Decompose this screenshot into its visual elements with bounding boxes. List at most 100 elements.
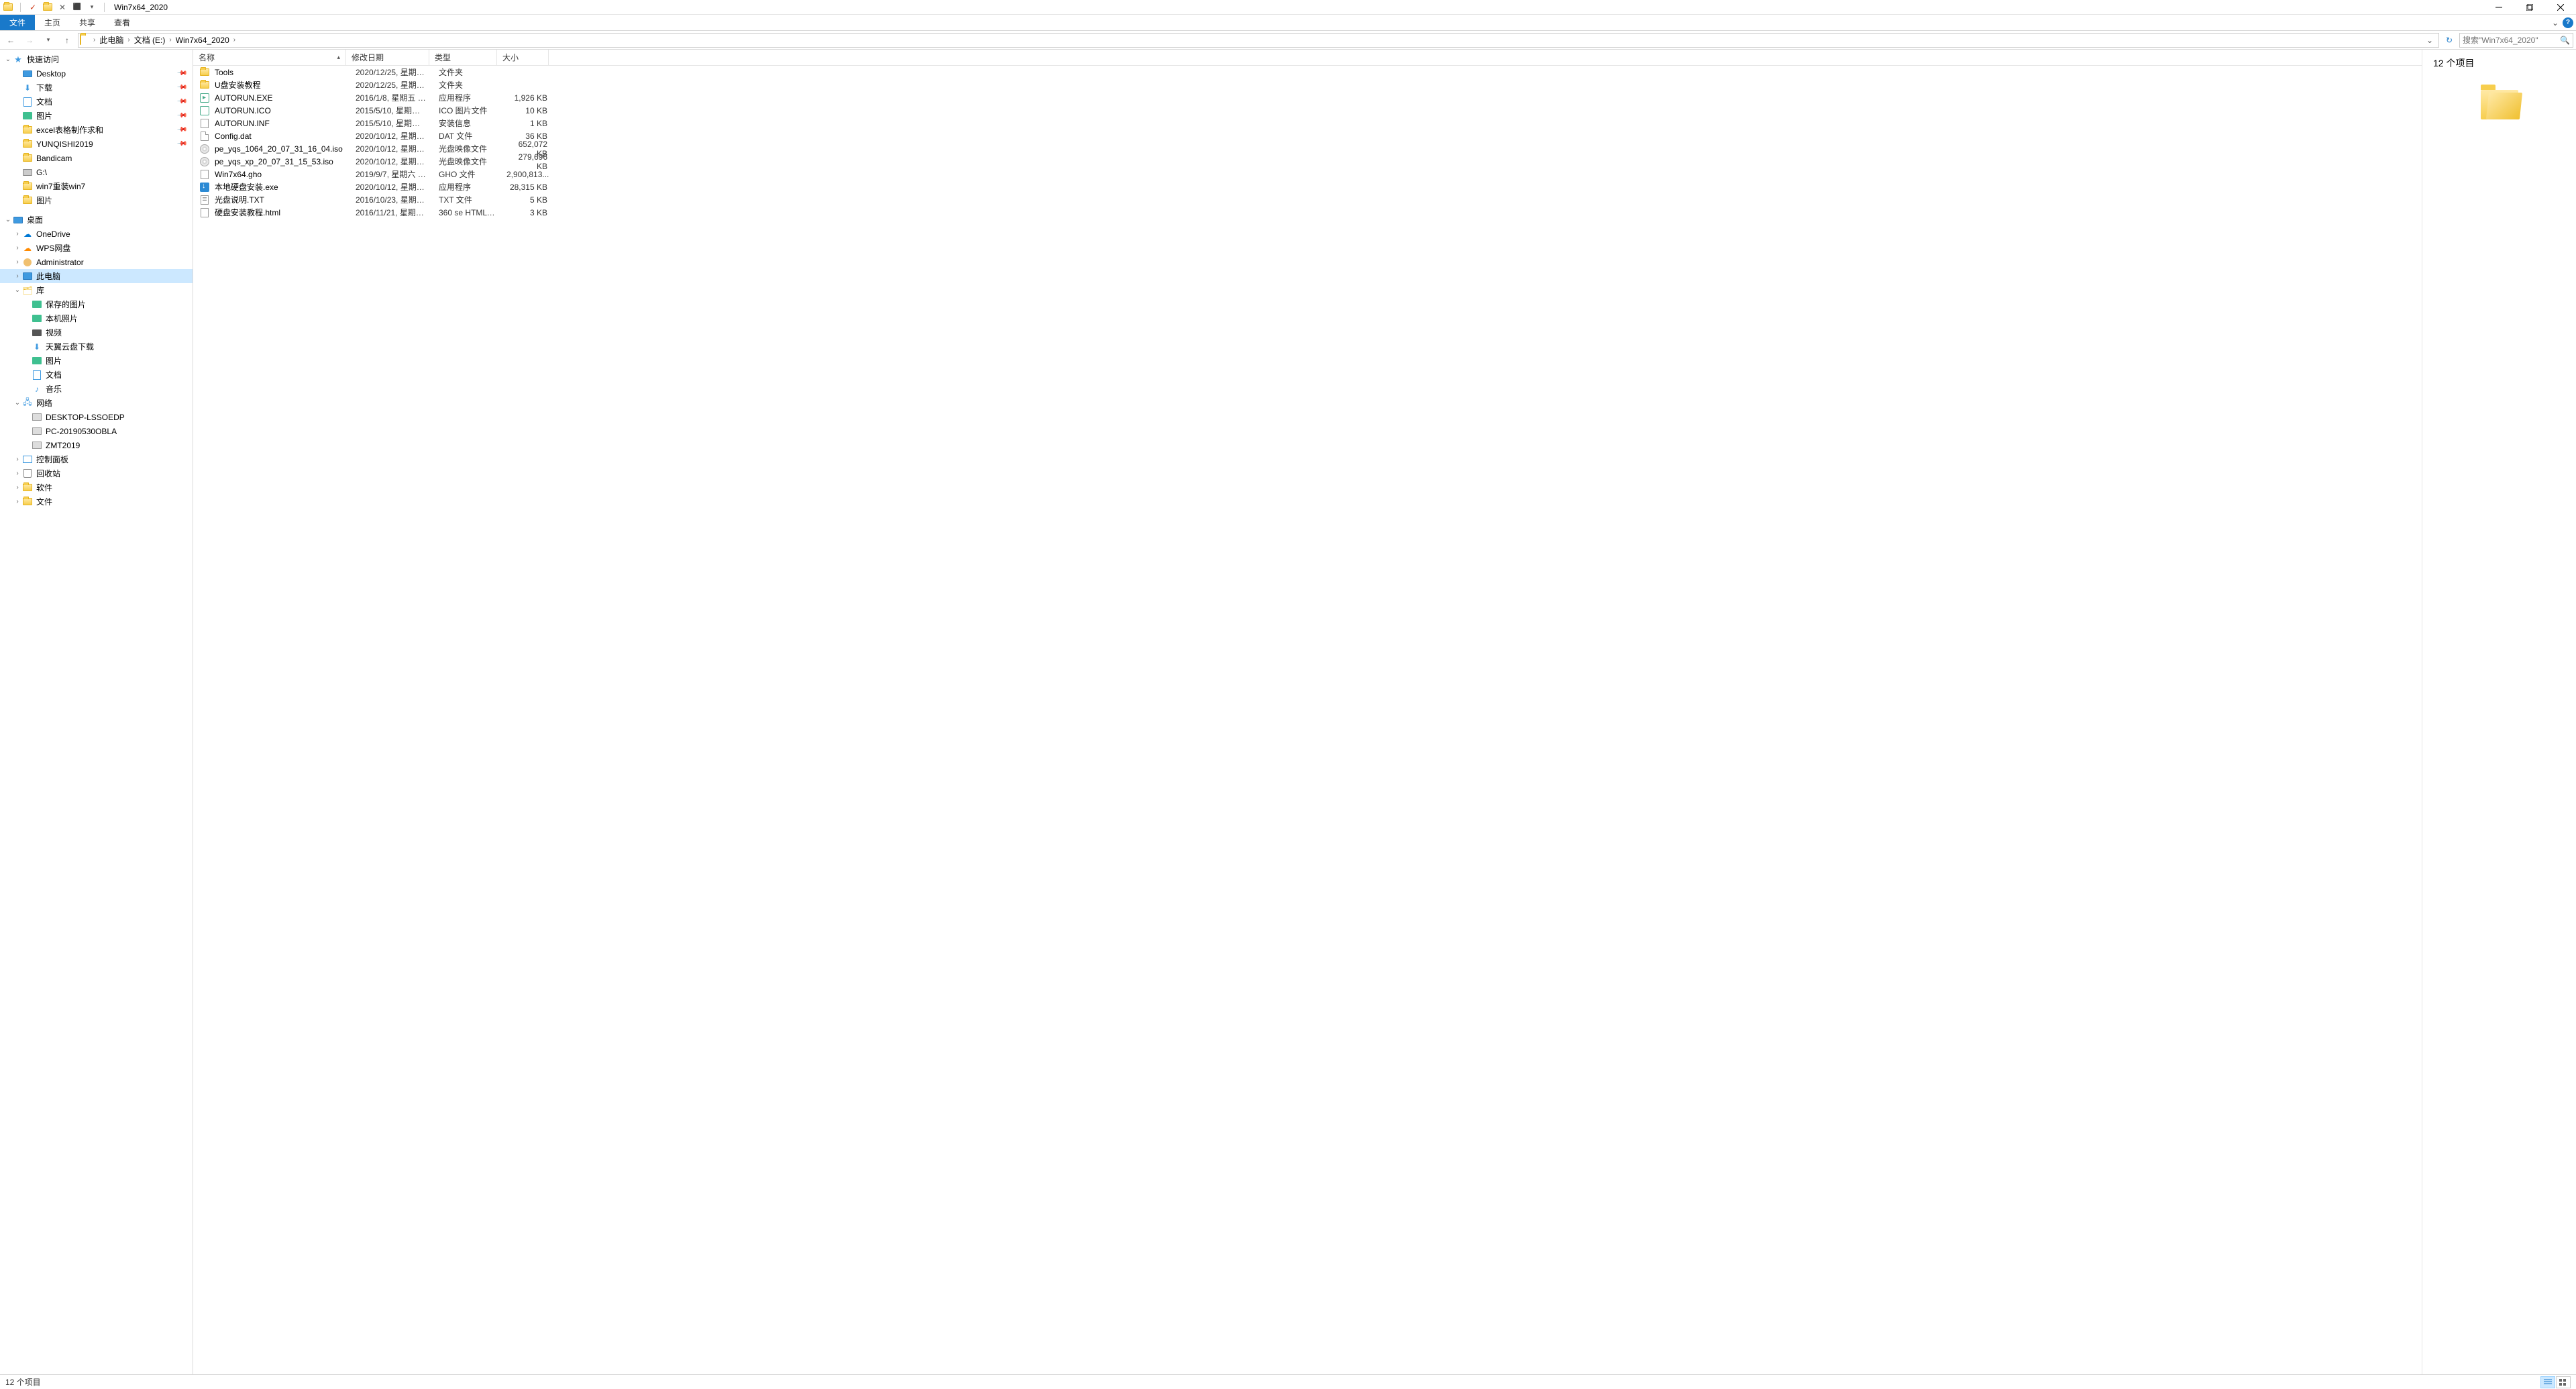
- column-name[interactable]: 名称 ▴: [193, 50, 346, 65]
- help-icon[interactable]: ?: [2563, 17, 2573, 28]
- sidebar-quickaccess[interactable]: ⌄ ★ 快速访问: [0, 52, 193, 66]
- refresh-button[interactable]: ↻: [2442, 33, 2457, 48]
- sidebar-item[interactable]: 视频: [0, 325, 193, 340]
- tab-view[interactable]: 查看: [105, 15, 140, 30]
- expand-icon[interactable]: ›: [13, 498, 21, 505]
- recent-dropdown[interactable]: ▾: [40, 33, 56, 48]
- file-row[interactable]: pe_yqs_xp_20_07_31_15_53.iso 2020/10/12,…: [193, 155, 2422, 168]
- sidebar-item[interactable]: DESKTOP-LSSOEDP: [0, 410, 193, 424]
- expand-icon[interactable]: ⌄: [4, 56, 12, 63]
- tab-file[interactable]: 文件: [0, 15, 35, 30]
- column-type[interactable]: 类型: [429, 50, 497, 65]
- expand-icon[interactable]: ›: [13, 258, 21, 266]
- sidebar-network[interactable]: ⌄ 🖧 网络: [0, 396, 193, 410]
- file-row[interactable]: AUTORUN.INF 2015/5/10, 星期日 02... 安装信息 1 …: [193, 117, 2422, 130]
- desktop-icon: [12, 215, 24, 225]
- new-folder-icon[interactable]: [42, 2, 53, 13]
- sidebar-item[interactable]: › ☁ WPS网盘: [0, 241, 193, 255]
- sidebar-item[interactable]: PC-20190530OBLA: [0, 424, 193, 438]
- sidebar-item[interactable]: › 软件: [0, 480, 193, 495]
- search-box[interactable]: 🔍: [2459, 33, 2573, 48]
- sidebar-item[interactable]: › 控制面板: [0, 452, 193, 466]
- maximize-button[interactable]: [2514, 0, 2545, 15]
- address-dropdown-icon[interactable]: ⌄: [2422, 36, 2437, 45]
- file-type: 360 se HTML Do...: [433, 208, 501, 217]
- sidebar-item[interactable]: 文档 📌: [0, 95, 193, 109]
- expand-icon[interactable]: ›: [13, 230, 21, 238]
- sidebar-item[interactable]: 保存的图片: [0, 297, 193, 311]
- sidebar-item[interactable]: YUNQISHI2019 📌: [0, 137, 193, 151]
- expand-icon[interactable]: ›: [13, 470, 21, 477]
- sidebar-item[interactable]: excel表格制作求和 📌: [0, 123, 193, 137]
- rename-icon[interactable]: ⬛: [72, 2, 83, 13]
- sidebar-item[interactable]: G:\: [0, 165, 193, 179]
- file-date: 2016/10/23, 星期日 0...: [350, 194, 433, 205]
- sidebar-item[interactable]: 图片 📌: [0, 109, 193, 123]
- search-input[interactable]: [2463, 36, 2570, 45]
- breadcrumb-item[interactable]: 此电脑: [97, 34, 126, 47]
- column-size[interactable]: 大小: [497, 50, 549, 65]
- sidebar-item[interactable]: 文档: [0, 368, 193, 382]
- sidebar-item[interactable]: ZMT2019: [0, 438, 193, 452]
- sidebar-item[interactable]: 图片: [0, 354, 193, 368]
- expand-icon[interactable]: ⌄: [4, 216, 12, 223]
- sidebar-item[interactable]: Desktop 📌: [0, 66, 193, 81]
- tab-share[interactable]: 共享: [70, 15, 105, 30]
- column-date[interactable]: 修改日期: [346, 50, 429, 65]
- sidebar-item[interactable]: ⬇ 下载 📌: [0, 81, 193, 95]
- delete-icon[interactable]: ✕: [57, 2, 68, 13]
- chevron-icon[interactable]: ›: [92, 36, 97, 44]
- file-row[interactable]: Win7x64.gho 2019/9/7, 星期六 19:... GHO 文件 …: [193, 168, 2422, 181]
- icons-view-button[interactable]: [2556, 1376, 2571, 1388]
- expand-icon[interactable]: ›: [13, 272, 21, 280]
- sidebar-item[interactable]: › 文件: [0, 495, 193, 509]
- expand-icon[interactable]: ⌄: [13, 287, 21, 294]
- minimize-button[interactable]: [2483, 0, 2514, 15]
- sidebar-item[interactable]: Bandicam: [0, 151, 193, 165]
- file-row[interactable]: 光盘说明.TXT 2016/10/23, 星期日 0... TXT 文件 5 K…: [193, 193, 2422, 206]
- expand-icon[interactable]: ›: [13, 244, 21, 252]
- sidebar-item[interactable]: 图片: [0, 193, 193, 207]
- forward-button[interactable]: →: [21, 33, 38, 48]
- chevron-icon[interactable]: ›: [168, 36, 172, 44]
- sidebar-desktop[interactable]: ⌄ 桌面: [0, 213, 193, 227]
- sidebar-item[interactable]: ⬇ 天翼云盘下载: [0, 340, 193, 354]
- sidebar-item[interactable]: › 此电脑: [0, 269, 193, 283]
- details-view-button[interactable]: [2540, 1376, 2555, 1388]
- file-row[interactable]: 本地硬盘安装.exe 2020/10/12, 星期一 1... 应用程序 28,…: [193, 181, 2422, 193]
- expand-icon[interactable]: ›: [13, 456, 21, 463]
- file-row[interactable]: AUTORUN.ICO 2015/5/10, 星期日 02... ICO 图片文…: [193, 104, 2422, 117]
- expand-icon[interactable]: ›: [13, 484, 21, 491]
- breadcrumb-item[interactable]: 文档 (E:): [131, 34, 168, 47]
- sidebar-item[interactable]: ♪ 音乐: [0, 382, 193, 396]
- breadcrumb-item[interactable]: Win7x64_2020: [173, 34, 232, 47]
- chevron-icon[interactable]: ›: [126, 36, 131, 44]
- search-icon[interactable]: 🔍: [2560, 36, 2570, 45]
- address-bar[interactable]: › 此电脑 › 文档 (E:) › Win7x64_2020 › ⌄: [78, 33, 2439, 48]
- folder-icon: [199, 80, 211, 91]
- file-row[interactable]: Tools 2020/12/25, 星期五 1... 文件夹: [193, 66, 2422, 79]
- tab-home[interactable]: 主页: [35, 15, 70, 30]
- back-button[interactable]: ←: [3, 33, 19, 48]
- sidebar-item[interactable]: 本机照片: [0, 311, 193, 325]
- properties-icon[interactable]: ✓: [28, 2, 38, 13]
- file-row[interactable]: 硬盘安装教程.html 2016/11/21, 星期一 2... 360 se …: [193, 206, 2422, 219]
- sidebar-item[interactable]: › 回收站: [0, 466, 193, 480]
- chevron-icon[interactable]: ›: [232, 36, 237, 44]
- sidebar-item[interactable]: › ☁ OneDrive: [0, 227, 193, 241]
- file-row[interactable]: AUTORUN.EXE 2016/1/8, 星期五 04:... 应用程序 1,…: [193, 91, 2422, 104]
- sidebar-item[interactable]: › Administrator: [0, 255, 193, 269]
- ribbon-expand-icon[interactable]: ⌄: [2552, 18, 2559, 28]
- qat-dropdown-icon[interactable]: ▾: [87, 2, 97, 13]
- sidebar-item[interactable]: win7重装win7: [0, 179, 193, 193]
- close-button[interactable]: [2545, 0, 2576, 15]
- sidebar-item[interactable]: ⌄ 🗂 库: [0, 283, 193, 297]
- file-type: 应用程序: [433, 181, 501, 193]
- file-list[interactable]: 名称 ▴ 修改日期 类型 大小 Tools 2020/12/25, 星期五 1.…: [193, 50, 2422, 1374]
- up-button[interactable]: ↑: [59, 33, 75, 48]
- file-date: 2016/1/8, 星期五 04:...: [350, 92, 433, 103]
- navigation-pane[interactable]: ⌄ ★ 快速访问 Desktop 📌⬇ 下载 📌 文档 📌 图片 📌 excel…: [0, 50, 193, 1374]
- expand-icon[interactable]: ⌄: [13, 399, 21, 407]
- separator: [20, 3, 21, 12]
- file-row[interactable]: U盘安装教程 2020/12/25, 星期五 1... 文件夹: [193, 79, 2422, 91]
